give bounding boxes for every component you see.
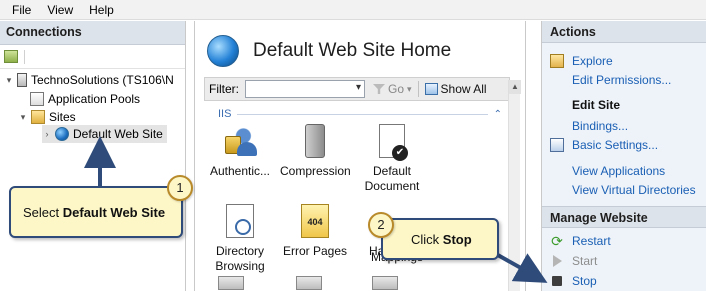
arrow-to-stop [495, 252, 548, 283]
step-badge-2: 2 [368, 212, 394, 238]
annotation-arrows [84, 136, 548, 283]
callout-bold: Stop [442, 231, 472, 247]
callout-prefix: Select [23, 204, 63, 220]
step-badge-1: 1 [167, 175, 193, 201]
callout-bold: Default Web Site [62, 204, 166, 220]
callout-prefix: Click [411, 231, 443, 247]
callout-step-2: Click Stop [381, 218, 499, 260]
callout-text: Select Default Web Site [23, 205, 165, 220]
callout-step-1: Select Default Web Site [9, 186, 183, 238]
callout-text: Click Stop [411, 232, 472, 247]
